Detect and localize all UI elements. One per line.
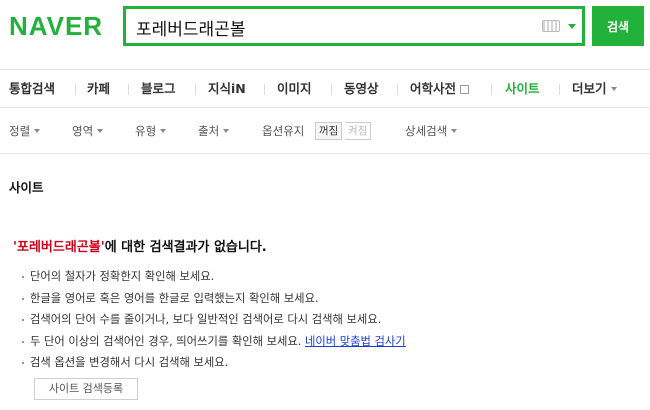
chevron-down-icon (451, 129, 458, 133)
tab-blog[interactable]: 블로그 (141, 70, 176, 108)
filter-area-label: 영역 (72, 124, 94, 138)
filter-source-label: 출처 (198, 124, 220, 138)
category-nav: 통합검색 카페 블로그 지식iN 이미지 동영상 어학사전 사이트 더보기 (0, 69, 650, 108)
tips-list: 단어의 철자가 정확한지 확인해 보세요. 한글을 영어로 혹은 영어를 한글로… (22, 266, 406, 374)
no-result-message: '포레버드래곤볼'에 대한 검색결과가 없습니다. (13, 236, 267, 255)
no-result-text: 에 대한 검색결과가 없습니다. (104, 240, 267, 255)
tip-item: 한글을 영어로 혹은 영어를 한글로 입력했는지 확인해 보세요. (22, 288, 406, 310)
search-input[interactable] (136, 15, 526, 39)
tab-dictionary-label: 어학사전 (410, 81, 457, 96)
filter-type[interactable]: 유형 (135, 123, 167, 139)
no-result-query: '포레버드래곤볼' (13, 240, 105, 255)
filter-source[interactable]: 출처 (198, 123, 230, 139)
tab-video[interactable]: 동영상 (344, 70, 379, 108)
nav-divider (128, 84, 129, 95)
search-box[interactable] (123, 6, 585, 46)
filter-detail-label: 상세검색 (405, 124, 448, 138)
filter-sort[interactable]: 정렬 (9, 123, 41, 139)
nav-divider (75, 84, 76, 95)
tab-dictionary[interactable]: 어학사전 (410, 70, 470, 108)
tab-more-label: 더보기 (572, 81, 607, 96)
option-keep-label: 옵션유지 (262, 124, 305, 138)
search-button[interactable]: 검색 (592, 6, 644, 46)
tab-cafe[interactable]: 카페 (87, 70, 110, 108)
tip-item: 검색 옵션을 변경해서 다시 검색해 보세요. (22, 352, 406, 374)
tip-item: 두 단어 이상의 검색어인 경우, 띄어쓰기를 확인해 보세요. 네이버 맞춤법… (22, 331, 406, 353)
filter-detail[interactable]: 상세검색 (405, 123, 458, 139)
filter-bar: 정렬 영역 유형 출처 옵션유지 꺼짐 켜짐 상세검색 (0, 109, 650, 154)
tip-text: 두 단어 이상의 검색어인 경우, 띄어쓰기를 확인해 보세요. (30, 334, 302, 348)
chevron-down-icon[interactable] (568, 24, 576, 29)
option-keep-on-toggle[interactable]: 켜짐 (345, 122, 372, 140)
filter-type-label: 유형 (135, 124, 157, 138)
nav-divider (397, 84, 398, 95)
nav-divider (331, 84, 332, 95)
tab-more[interactable]: 더보기 (572, 70, 617, 108)
tab-integrated[interactable]: 통합검색 (9, 70, 55, 108)
tip-item: 단어의 철자가 정확한지 확인해 보세요. (22, 266, 406, 288)
filter-area[interactable]: 영역 (72, 123, 104, 139)
site-register-button[interactable]: 사이트 검색등록 (34, 378, 138, 400)
box-icon (460, 85, 470, 94)
tab-kin[interactable]: 지식iN (208, 70, 246, 108)
tab-image[interactable]: 이미지 (277, 70, 312, 108)
chevron-down-icon (160, 129, 167, 133)
chevron-down-icon (34, 129, 41, 133)
chevron-down-icon (97, 129, 104, 133)
nav-divider (559, 84, 560, 95)
tip-item: 검색어의 단어 수를 줄이거나, 보다 일반적인 검색어로 다시 검색해 보세요… (22, 309, 406, 331)
nav-divider (264, 84, 265, 95)
chevron-down-icon (223, 129, 230, 133)
section-title: 사이트 (9, 180, 44, 195)
keyboard-icon[interactable] (542, 20, 560, 32)
nav-divider (491, 84, 492, 95)
tab-site[interactable]: 사이트 (505, 70, 540, 108)
option-keep-off-toggle[interactable]: 꺼짐 (315, 122, 343, 140)
filter-sort-label: 정렬 (9, 124, 31, 138)
nav-divider (195, 84, 196, 95)
naver-logo[interactable]: NAVER (9, 13, 103, 39)
header: NAVER 검색 (0, 0, 650, 57)
spell-checker-link[interactable]: 네이버 맞춤법 검사기 (305, 335, 406, 348)
chevron-down-icon (610, 87, 617, 91)
